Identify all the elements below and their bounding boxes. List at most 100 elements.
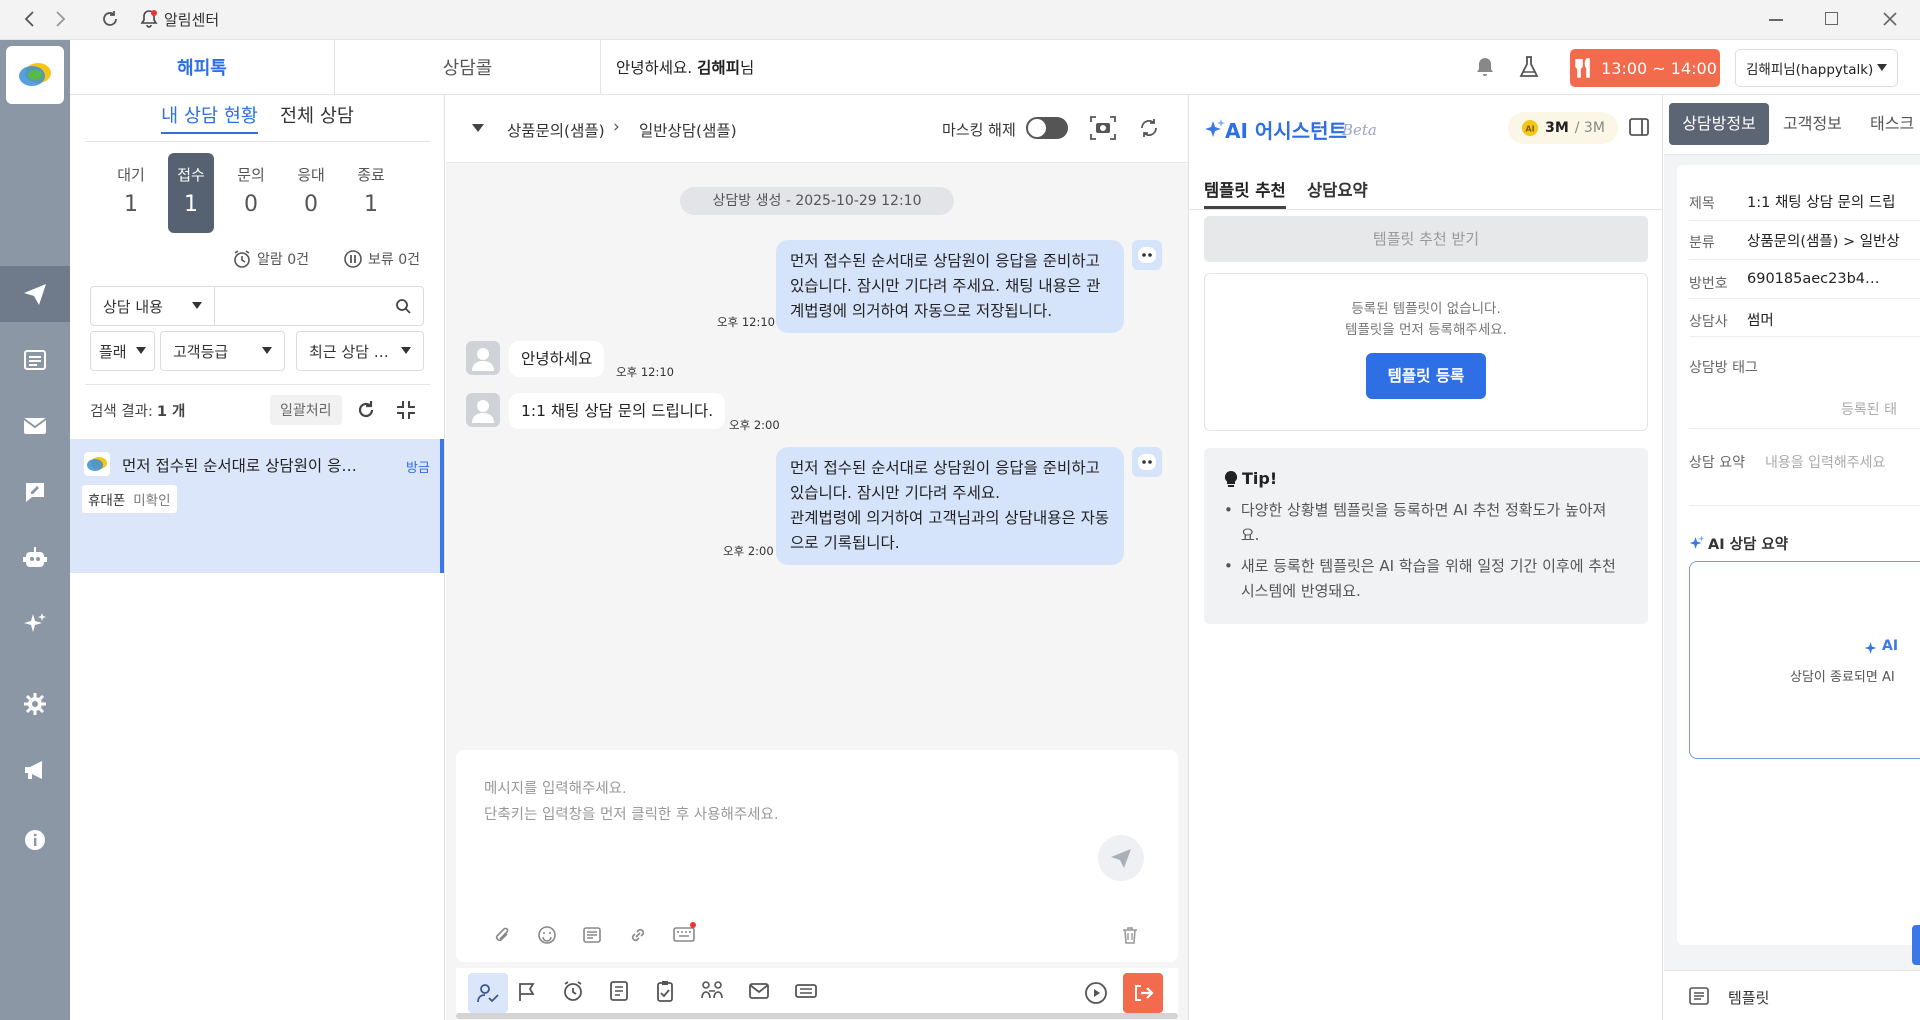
filter-recent-select[interactable]: 최근 상담 … [296, 331, 424, 371]
panel-toggle-icon[interactable] [1628, 117, 1650, 137]
horizontal-scrollbar[interactable] [456, 1013, 1178, 1019]
alarm-clock-icon[interactable] [562, 980, 584, 1002]
maximize-icon[interactable] [1825, 12, 1838, 25]
top-bar: 해피톡 상담콜 안녕하세요. 김해피 님 13:00 ~ 14:00 김해피님(h… [70, 40, 1920, 95]
sidebar-item-settings[interactable] [0, 676, 70, 732]
tab-room-info[interactable]: 상담방정보 [1669, 103, 1769, 145]
minimize-icon[interactable] [1769, 19, 1783, 21]
transfer-users-icon[interactable] [700, 980, 724, 1002]
vertical-scrollbar[interactable] [1912, 925, 1920, 965]
reload-icon[interactable] [355, 399, 377, 421]
screenshot-icon[interactable] [1089, 115, 1117, 141]
ticket-icon[interactable] [794, 981, 818, 1001]
sidebar-item-mail[interactable] [0, 398, 70, 454]
notification-bell-icon[interactable] [1475, 56, 1495, 78]
sidebar-item-list[interactable] [0, 332, 70, 388]
field-value-room-number: 690185aec23b4… [1747, 271, 1880, 287]
sidebar-item-ai[interactable] [0, 596, 70, 652]
ai-quota-badge: AI 3M / 3M [1508, 112, 1618, 144]
fork-knife-icon [1573, 57, 1593, 79]
room-info-panel: 상담방정보 고객정보 태스크 제목 1:1 채팅 상담 문의 드립 분류 상품문… [1664, 95, 1920, 1020]
sidebar-item-edit[interactable] [0, 464, 70, 520]
play-circle-icon[interactable] [1084, 981, 1108, 1005]
keyboard-shortcut-icon[interactable] [672, 922, 696, 944]
search-input[interactable] [214, 286, 424, 326]
tip-item-text: 새로 등록한 템플릿은 AI 학습을 위해 일정 기간 이후에 추천 시스템에 … [1240, 557, 1616, 600]
stat-inquiry[interactable]: 문의 0 [228, 153, 274, 233]
message-composer[interactable]: 메시지를 입력해주세요. 단축키는 입력창을 먼저 클릭한 후 사용해주세요. [456, 750, 1178, 962]
exit-icon [1132, 983, 1154, 1003]
clipboard-check-icon[interactable] [654, 980, 676, 1002]
stat-closed[interactable]: 종료 1 [348, 153, 394, 233]
collapse-icon[interactable] [395, 399, 417, 421]
bulk-process-button[interactable]: 일괄처리 [270, 395, 342, 425]
ai-summary-card: AI 상담이 종료되면 AI [1689, 561, 1920, 759]
user-menu[interactable]: 김해피님(happytalk) [1735, 49, 1898, 87]
ai-sparkle-icon [1689, 535, 1705, 551]
stat-count: 1 [364, 192, 378, 217]
alarm-count[interactable]: 알람 0건 [232, 249, 309, 269]
ai-card-title: AI [1882, 638, 1899, 654]
sidebar-item-info[interactable] [0, 812, 70, 868]
flag-icon[interactable] [516, 981, 538, 1003]
stat-count: 0 [304, 192, 318, 217]
sidebar-item-bot[interactable] [0, 530, 70, 586]
tab-template-recommend[interactable]: 템플릿 추천 [1204, 167, 1286, 209]
masking-toggle[interactable] [1026, 117, 1068, 139]
back-icon[interactable] [22, 8, 38, 30]
attach-icon[interactable] [492, 925, 512, 945]
memo-icon[interactable] [608, 980, 630, 1002]
filter-content-select[interactable]: 상담 내용 [90, 286, 215, 326]
assign-user-icon[interactable] [468, 973, 508, 1013]
end-chat-button[interactable] [1123, 973, 1163, 1013]
tab-tasks[interactable]: 태스크 [1870, 103, 1914, 145]
message-time: 오후 12:10 [717, 315, 775, 329]
tab-customer-info[interactable]: 고객정보 [1783, 103, 1842, 145]
caret-down-icon [401, 347, 411, 355]
hold-count[interactable]: 보류 0건 [343, 249, 420, 269]
mail-icon[interactable] [748, 981, 770, 1001]
break-time-button[interactable]: 13:00 ~ 14:00 [1570, 49, 1720, 87]
agent-message-line1: 먼저 접수된 순서대로 상담원이 응답을 준비하고 있습니다. 잠시만 기다려 … [790, 459, 1100, 502]
get-recommendation-button[interactable]: 템플릿 추천 받기 [1204, 216, 1648, 262]
caret-down-icon[interactable] [472, 124, 484, 133]
chat-action-bar [456, 968, 1178, 1018]
consult-list-item[interactable]: 먼저 접수된 순서대로 상담원이 응… 방금 휴대폰 미확인 [70, 439, 444, 573]
ai-sparkle-icon [1864, 640, 1880, 656]
forward-icon[interactable] [52, 8, 68, 30]
masking-label: 마스킹 해제 [942, 121, 1016, 139]
filter-grade-select[interactable]: 고객등급 [160, 331, 285, 371]
stat-label: 접수 [177, 166, 205, 184]
refresh-icon[interactable] [100, 9, 120, 29]
greeting-suffix: 님 [739, 59, 755, 77]
ai-card-text: 상담이 종료되면 AI [1790, 670, 1895, 685]
trash-icon[interactable] [1120, 925, 1140, 945]
stat-waiting[interactable]: 대기 1 [108, 153, 154, 233]
tab-all-consults[interactable]: 전체 상담 [280, 102, 354, 134]
search-icon[interactable] [395, 298, 411, 314]
tab-call[interactable]: 상담콜 [335, 40, 601, 94]
sidebar-item-notice[interactable] [0, 742, 70, 798]
sidebar-item-chat[interactable] [0, 266, 70, 322]
bot-avatar-icon [1132, 240, 1162, 270]
template-footer[interactable]: 템플릿 [1664, 970, 1920, 1020]
room-tag-area[interactable]: 등록된 태 [1689, 379, 1920, 429]
stat-received[interactable]: 접수 1 [168, 153, 214, 233]
tab-happytalk[interactable]: 해피톡 [70, 40, 335, 94]
tab-my-consults[interactable]: 내 상담 현황 [161, 102, 258, 134]
register-template-button[interactable]: 템플릿 등록 [1366, 353, 1486, 399]
stat-responding[interactable]: 응대 0 [288, 153, 334, 233]
send-button[interactable] [1098, 835, 1144, 881]
flask-icon[interactable] [1518, 54, 1540, 80]
emoji-icon[interactable] [537, 925, 557, 945]
filter-content-label: 상담 내용 [103, 297, 163, 316]
sync-icon[interactable] [1138, 117, 1160, 139]
close-icon[interactable] [1880, 9, 1900, 29]
template-list-icon[interactable] [582, 925, 602, 945]
stat-label: 문의 [237, 166, 265, 184]
tab-summary[interactable]: 상담요약 [1307, 167, 1368, 209]
summary-input[interactable]: 내용을 입력해주세요 [1765, 452, 1885, 472]
link-icon[interactable] [628, 925, 648, 945]
search-results: 검색 결과: 1 개 [90, 395, 185, 425]
filter-platform-select[interactable]: 플래 [90, 331, 155, 371]
